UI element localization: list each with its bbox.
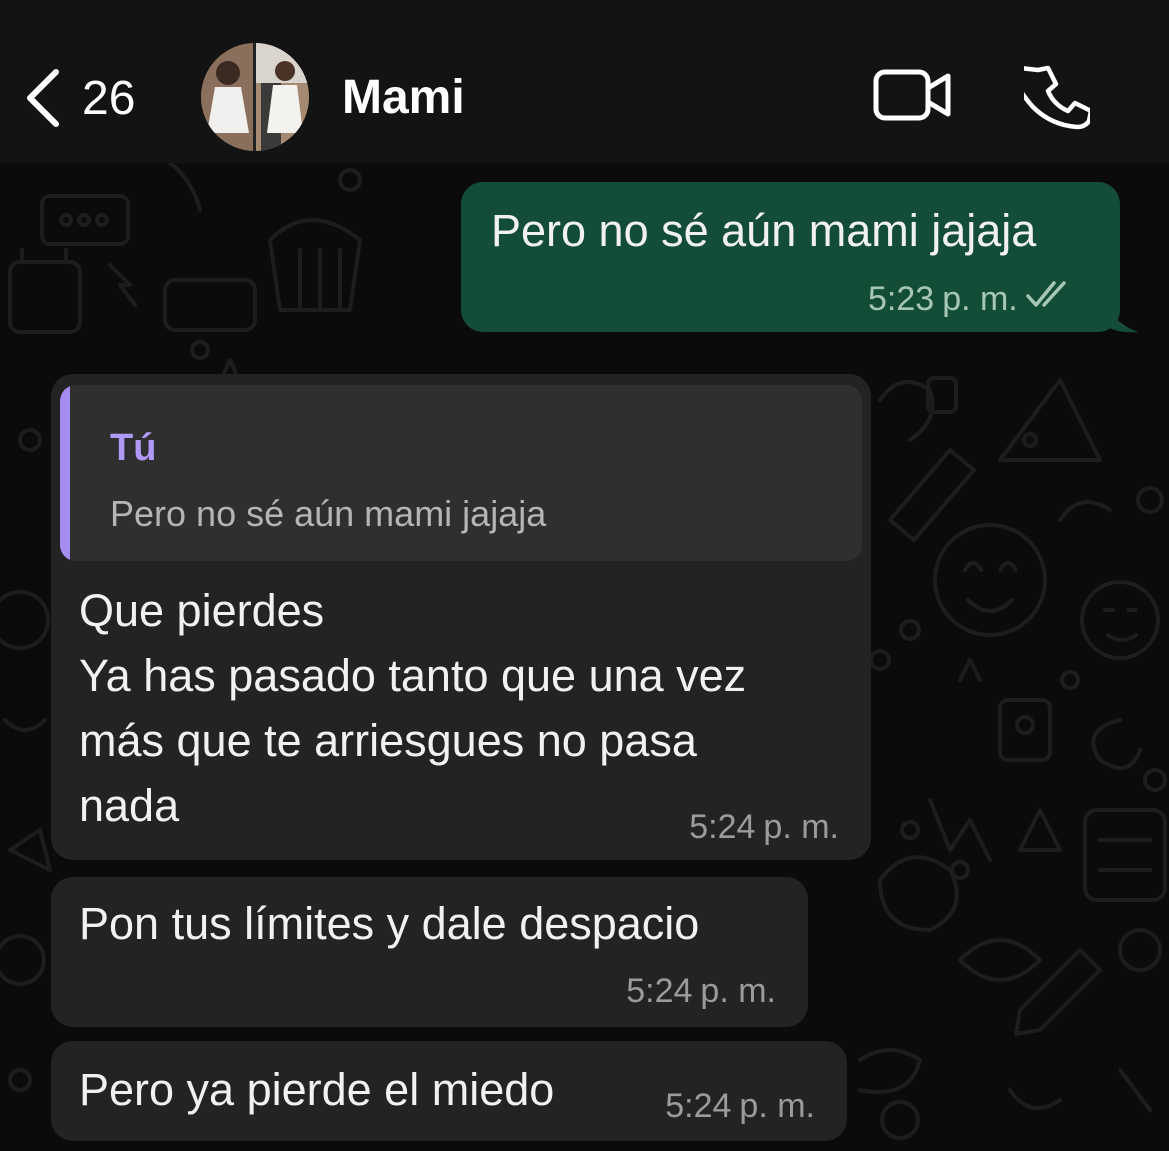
message-bubble-incoming[interactable]: Tú Pero no sé aún mami jajaja Que pierde… [51, 374, 871, 860]
message-time: 5:24 [626, 972, 693, 1010]
quote-accent-bar [60, 385, 70, 561]
message-meta: 5:24 p. m. [665, 1087, 815, 1126]
message-meta: 5:23 p. m. [868, 280, 1074, 319]
message-text: Pon tus límites y dale despacio [79, 898, 700, 949]
phone-icon [1012, 65, 1094, 134]
chevron-left-icon [22, 68, 62, 128]
bubble-tail [1100, 292, 1138, 333]
message-ampm: p. m. [700, 972, 776, 1010]
back-button[interactable]: 26 [22, 62, 135, 134]
chat-header: 26 Mami [0, 0, 1169, 163]
quote-author: Tú [110, 427, 157, 469]
message-bubble-incoming[interactable]: Pon tus límites y dale despacio 5:24 p. … [51, 877, 808, 1027]
message-bubble-incoming[interactable]: Pero ya pierde el miedo 5:24 p. m. [51, 1041, 847, 1141]
contact-name[interactable]: Mami [342, 70, 465, 125]
unread-count: 26 [82, 71, 136, 125]
message-meta: 5:24 p. m. [626, 972, 776, 1011]
message-ampm: p. m. [739, 1087, 815, 1125]
message-text: Pero ya pierde el miedo [79, 1064, 555, 1115]
double-check-read-icon [1026, 280, 1074, 319]
quote-text: Pero no sé aún mami jajaja [110, 493, 547, 534]
message-time: 5:24 [689, 808, 756, 846]
voice-call-button[interactable] [1012, 64, 1094, 135]
avatar[interactable] [201, 43, 309, 151]
message-ampm: p. m. [763, 808, 839, 846]
video-camera-icon [872, 69, 954, 128]
message-text: Pero no sé aún mami jajaja [491, 205, 1037, 256]
video-call-button[interactable] [872, 68, 954, 129]
message-meta: 5:24 p. m. [689, 808, 839, 847]
message-time: 5:23 [868, 280, 935, 318]
message-text: Que pierdes Ya has pasado tanto que una … [79, 585, 747, 831]
message-ampm: p. m. [942, 280, 1018, 318]
quoted-message[interactable]: Tú Pero no sé aún mami jajaja [60, 385, 862, 561]
message-time: 5:24 [665, 1087, 732, 1125]
